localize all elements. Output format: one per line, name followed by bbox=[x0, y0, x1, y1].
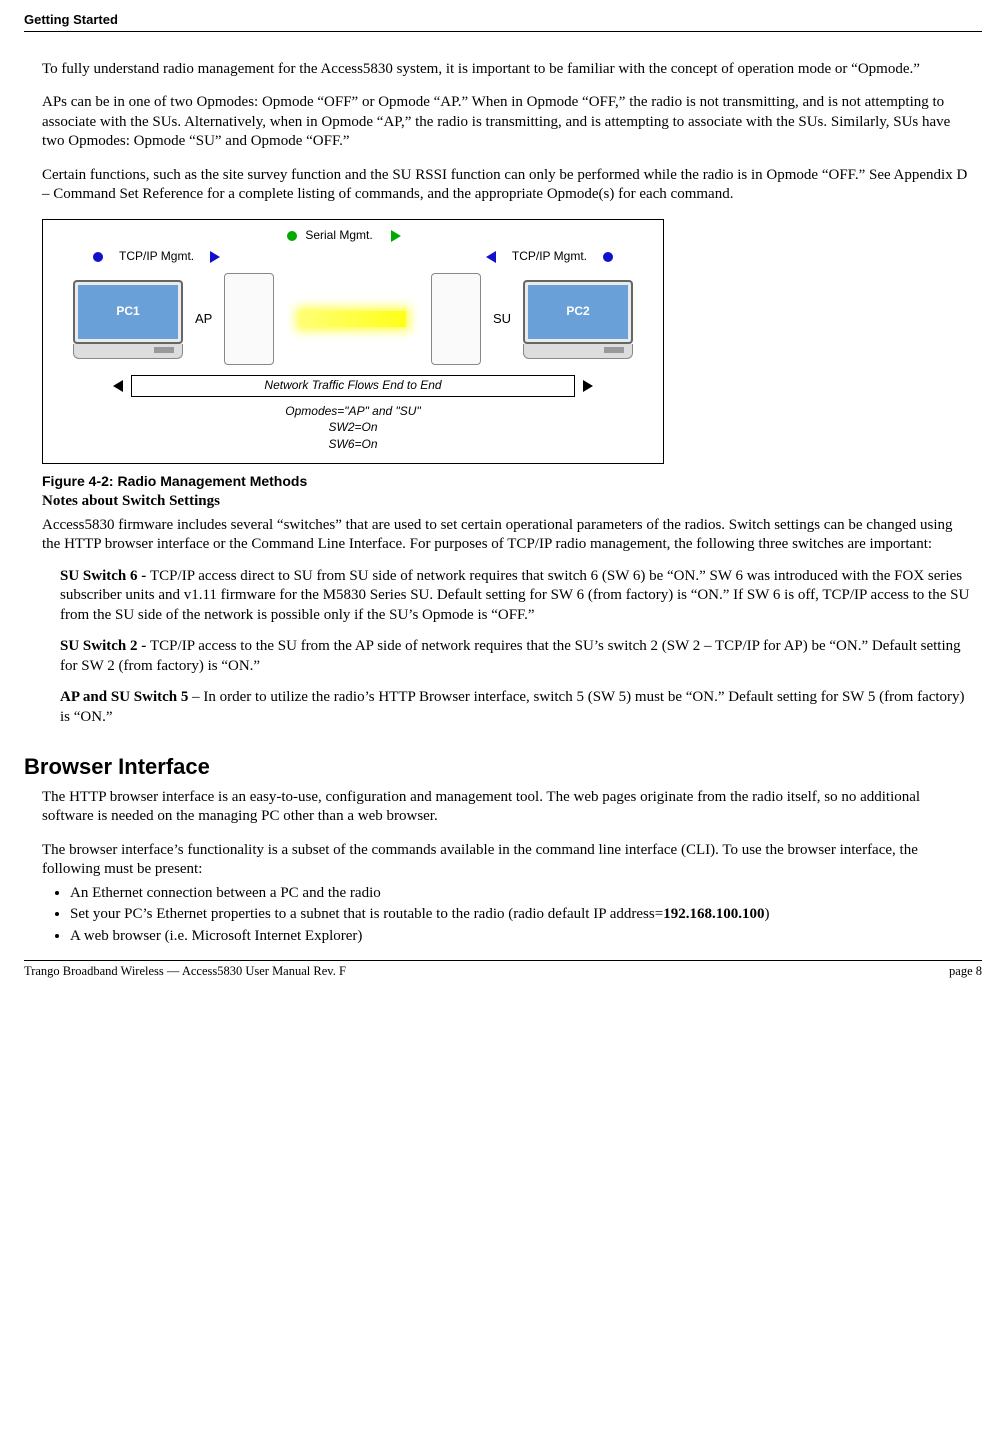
fig-ap-device bbox=[224, 273, 274, 365]
switch2-name: SU Switch 2 - bbox=[60, 638, 150, 654]
figure-radio-mgmt: Serial Mgmt. TCP/IP Mgmt. TCP/IP Mgmt. P… bbox=[42, 219, 664, 464]
fig-pc1: PC1 bbox=[73, 280, 183, 359]
notes-intro: Access5830 firmware includes several “sw… bbox=[42, 516, 972, 555]
fig-pc2-label: PC2 bbox=[523, 280, 633, 344]
fig-pc2: PC2 bbox=[523, 280, 633, 359]
bullet-subnet-a: Set your PC’s Ethernet properties to a s… bbox=[70, 906, 663, 922]
fig-netflow-label: Network Traffic Flows End to End bbox=[131, 375, 575, 397]
switch5-block: AP and SU Switch 5 – In order to utilize… bbox=[60, 688, 972, 727]
fig-su-device bbox=[431, 273, 481, 365]
fig-ap-node: AP bbox=[195, 311, 212, 328]
bullet-subnet-c: ) bbox=[764, 906, 769, 922]
arrow-left-icon bbox=[113, 380, 123, 392]
switch5-name: AP and SU Switch 5 bbox=[60, 689, 188, 705]
switch2-block: SU Switch 2 - TCP/IP access to the SU fr… bbox=[60, 637, 972, 676]
body: To fully understand radio management for… bbox=[42, 60, 972, 946]
footer-right: page 8 bbox=[949, 963, 982, 979]
switch6-name: SU Switch 6 - bbox=[60, 568, 150, 584]
fig-label-tcp-left: TCP/IP Mgmt. bbox=[93, 249, 220, 265]
fig-su-node: SU bbox=[493, 311, 511, 328]
fig-opmodes-text: Opmodes="AP" and "SU" bbox=[53, 403, 653, 420]
switch2-text: TCP/IP access to the SU from the AP side… bbox=[60, 638, 961, 674]
fig-sw2-text: SW2=On bbox=[53, 419, 653, 436]
bullet-subnet: Set your PC’s Ethernet properties to a s… bbox=[70, 905, 972, 925]
fig-pc1-label: PC1 bbox=[73, 280, 183, 344]
page-footer: Trango Broadband Wireless — Access5830 U… bbox=[24, 960, 982, 979]
browser-p2: The browser interface’s functionality is… bbox=[42, 841, 972, 880]
footer-left: Trango Broadband Wireless — Access5830 U… bbox=[24, 963, 346, 979]
paragraph-ap-opmodes: APs can be in one of two Opmodes: Opmode… bbox=[42, 93, 972, 152]
switch5-text: – In order to utilize the radio’s HTTP B… bbox=[60, 689, 965, 725]
switch6-block: SU Switch 6 - TCP/IP access direct to SU… bbox=[60, 567, 972, 626]
paragraph-opmode-intro: To fully understand radio management for… bbox=[42, 60, 972, 80]
arrow-right-icon bbox=[583, 380, 593, 392]
running-header: Getting Started bbox=[24, 12, 982, 32]
fig-label-serial: Serial Mgmt. bbox=[305, 228, 400, 244]
paragraph-opmode-functions: Certain functions, such as the site surv… bbox=[42, 166, 972, 205]
bullet-ethernet: An Ethernet connection between a PC and … bbox=[70, 884, 972, 904]
notes-heading: Notes about Switch Settings bbox=[42, 492, 972, 512]
bullet-subnet-ip: 192.168.100.100 bbox=[663, 906, 764, 922]
fig-wireless-link bbox=[286, 299, 419, 339]
switch6-text: TCP/IP access direct to SU from SU side … bbox=[60, 568, 969, 623]
fig-label-tcp-right: TCP/IP Mgmt. bbox=[486, 249, 613, 265]
fig-su-label: SU bbox=[493, 311, 511, 328]
browser-p1: The HTTP browser interface is an easy-to… bbox=[42, 788, 972, 827]
browser-interface-heading: Browser Interface bbox=[24, 753, 972, 782]
figure-caption: Figure 4-2: Radio Management Methods bbox=[42, 472, 972, 490]
fig-ap-label: AP bbox=[195, 311, 212, 328]
browser-requirements-list: An Ethernet connection between a PC and … bbox=[70, 884, 972, 947]
fig-sw6-text: SW6=On bbox=[53, 436, 653, 453]
bullet-webbrowser: A web browser (i.e. Microsoft Internet E… bbox=[70, 927, 972, 947]
